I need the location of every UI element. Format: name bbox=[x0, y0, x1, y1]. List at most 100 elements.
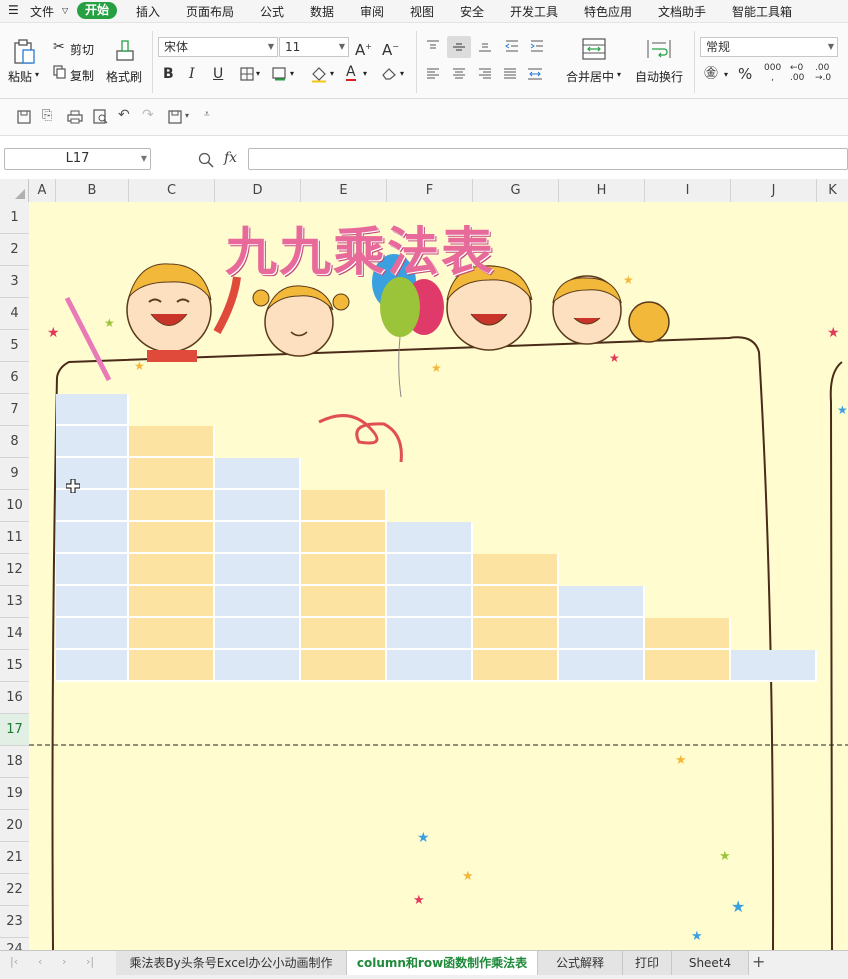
cut-button[interactable]: 剪切 bbox=[70, 41, 94, 58]
table-cell[interactable] bbox=[559, 618, 645, 650]
table-cell[interactable] bbox=[387, 618, 473, 650]
add-sheet-icon[interactable]: + bbox=[752, 952, 765, 971]
row-header[interactable]: 18 bbox=[0, 746, 29, 778]
formula-input[interactable] bbox=[248, 148, 848, 170]
redo-icon[interactable]: ↷ bbox=[142, 107, 154, 123]
table-cell[interactable] bbox=[215, 618, 301, 650]
wrap-text-icon[interactable] bbox=[647, 38, 671, 60]
menu-view[interactable]: 视图 bbox=[410, 3, 434, 20]
bold-icon[interactable]: B bbox=[163, 66, 174, 82]
row-header[interactable]: 22 bbox=[0, 874, 29, 906]
table-cell[interactable] bbox=[56, 618, 129, 650]
menu-home[interactable]: 开始 bbox=[77, 2, 118, 19]
menu-formulas[interactable]: 公式 bbox=[260, 3, 284, 20]
merge-cells-icon[interactable] bbox=[582, 38, 606, 60]
table-cell[interactable] bbox=[387, 522, 473, 554]
print-preview-icon[interactable] bbox=[93, 109, 109, 125]
distributed-align-icon[interactable] bbox=[527, 67, 543, 81]
menu-data[interactable]: 数据 bbox=[310, 3, 334, 20]
table-cell[interactable] bbox=[56, 586, 129, 618]
increase-decimal-icon[interactable]: ←0.00 bbox=[790, 63, 804, 83]
export-icon[interactable]: ⎘ bbox=[42, 108, 52, 123]
table-cell[interactable] bbox=[387, 650, 473, 682]
chevron-down-icon[interactable]: ▾ bbox=[185, 111, 189, 120]
column-header-a[interactable]: A bbox=[29, 179, 56, 202]
table-cell[interactable] bbox=[215, 458, 301, 490]
sheet-tab-active[interactable]: column和row函数制作乘法表 bbox=[347, 951, 538, 975]
first-sheet-icon[interactable]: |‹ bbox=[10, 955, 18, 968]
decrease-font-icon[interactable]: A− bbox=[382, 39, 399, 58]
currency-icon[interactable]: ㊎ bbox=[704, 66, 718, 82]
row-header[interactable]: 6 bbox=[0, 362, 29, 394]
table-cell[interactable] bbox=[645, 650, 731, 682]
table-cell[interactable] bbox=[301, 554, 387, 586]
chevron-down-icon[interactable]: ▾ bbox=[256, 69, 260, 78]
row-header[interactable]: 11 bbox=[0, 522, 29, 554]
row-header[interactable]: 1 bbox=[0, 202, 29, 234]
font-size-select[interactable]: 11 ▼ bbox=[279, 37, 349, 57]
chevron-down-icon[interactable]: ▾ bbox=[363, 69, 367, 78]
table-cell[interactable] bbox=[56, 554, 129, 586]
table-cell[interactable] bbox=[301, 618, 387, 650]
menu-special[interactable]: 特色应用 bbox=[584, 3, 632, 20]
fill-color-icon[interactable] bbox=[310, 65, 328, 83]
thousands-separator-icon[interactable]: 000, bbox=[764, 63, 781, 83]
sheet-canvas[interactable]: ★ ★ ★ ★ ★ ★ ★ ★ ★ ★ ★ ★ ★ ★ ★ 九九乘法表 bbox=[29, 202, 848, 950]
copy-button[interactable]: 复制 bbox=[70, 67, 94, 84]
table-cell[interactable] bbox=[387, 586, 473, 618]
format-painter-button[interactable]: 格式刷 bbox=[106, 68, 142, 85]
table-cell[interactable] bbox=[473, 554, 559, 586]
row-header-selected[interactable]: 17 bbox=[0, 714, 29, 746]
table-cell[interactable] bbox=[301, 522, 387, 554]
column-header-h[interactable]: H bbox=[559, 179, 645, 202]
border-icon[interactable] bbox=[240, 67, 254, 81]
chevron-down-icon[interactable]: ▾ bbox=[724, 70, 728, 79]
decrease-decimal-icon[interactable]: .00 →.0 bbox=[815, 63, 831, 83]
row-header[interactable]: 20 bbox=[0, 810, 29, 842]
row-header[interactable]: 4 bbox=[0, 298, 29, 330]
hamburger-menu-icon[interactable]: ☰ bbox=[8, 3, 19, 17]
table-cell[interactable] bbox=[129, 554, 215, 586]
name-box[interactable]: L17 ▼ bbox=[4, 148, 151, 170]
table-cell[interactable] bbox=[129, 490, 215, 522]
table-cell[interactable] bbox=[56, 394, 129, 426]
table-cell[interactable] bbox=[129, 586, 215, 618]
table-cell[interactable] bbox=[129, 522, 215, 554]
menu-file[interactable]: 文件 bbox=[30, 3, 54, 20]
table-cell[interactable] bbox=[473, 618, 559, 650]
format-painter-icon[interactable] bbox=[114, 39, 136, 63]
table-cell[interactable] bbox=[129, 618, 215, 650]
next-sheet-icon[interactable]: › bbox=[62, 955, 66, 968]
row-header[interactable]: 5 bbox=[0, 330, 29, 362]
save-as-icon[interactable] bbox=[168, 110, 182, 124]
cell-style-icon[interactable] bbox=[272, 67, 288, 81]
number-format-select[interactable]: 常规 ▼ bbox=[700, 37, 838, 57]
table-cell[interactable] bbox=[56, 490, 129, 522]
table-cell[interactable] bbox=[56, 426, 129, 458]
row-header[interactable]: 9 bbox=[0, 458, 29, 490]
table-cell[interactable] bbox=[215, 650, 301, 682]
table-cell[interactable] bbox=[301, 586, 387, 618]
last-sheet-icon[interactable]: ›| bbox=[86, 955, 94, 968]
table-cell[interactable] bbox=[301, 650, 387, 682]
column-header-b[interactable]: B bbox=[56, 179, 129, 202]
align-center-icon[interactable] bbox=[452, 68, 466, 80]
chevron-down-icon[interactable]: ▾ bbox=[330, 69, 334, 78]
font-color-icon[interactable]: A bbox=[346, 65, 356, 81]
table-cell[interactable] bbox=[559, 650, 645, 682]
merge-center-button[interactable]: 合并居中 bbox=[566, 68, 614, 85]
column-header-k[interactable]: K bbox=[817, 179, 848, 202]
chevron-down-icon[interactable]: ▾ bbox=[400, 69, 404, 78]
increase-font-icon[interactable]: A+ bbox=[355, 39, 372, 58]
table-cell[interactable] bbox=[301, 490, 387, 522]
table-cell[interactable] bbox=[56, 650, 129, 682]
row-header[interactable]: 8 bbox=[0, 426, 29, 458]
scissors-icon[interactable]: ✂ bbox=[53, 39, 65, 55]
sheet-tab-4[interactable]: 打印 bbox=[623, 951, 672, 975]
select-all-corner[interactable] bbox=[0, 179, 29, 202]
chevron-down-icon[interactable]: ▾ bbox=[617, 70, 621, 79]
menu-smart-toolbox[interactable]: 智能工具箱 bbox=[732, 3, 792, 20]
row-header[interactable]: 16 bbox=[0, 682, 29, 714]
customize-toolbar-icon[interactable]: ⩡ bbox=[204, 109, 210, 120]
table-cell[interactable] bbox=[645, 618, 731, 650]
